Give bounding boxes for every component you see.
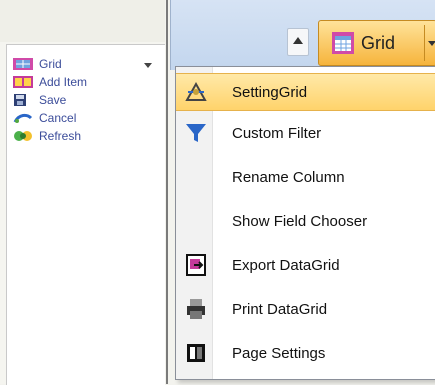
- panel-divider: [166, 0, 168, 384]
- left-item-save[interactable]: Save: [13, 93, 66, 107]
- chevron-down-icon[interactable]: [428, 41, 435, 46]
- left-item-grid[interactable]: Grid: [13, 57, 62, 71]
- left-item-label: Refresh: [39, 129, 82, 143]
- page-settings-icon: [184, 341, 208, 365]
- menu-item-label: Show Field Chooser: [232, 212, 368, 230]
- left-item-label: Cancel: [39, 111, 77, 125]
- grid-icon: [13, 58, 33, 70]
- scroll-up-button[interactable]: [287, 28, 309, 56]
- filter-icon: [184, 121, 208, 145]
- dropdown-separator: [424, 25, 425, 61]
- menu-item-page-settings[interactable]: Page Settings: [176, 335, 435, 371]
- print-icon: [184, 297, 208, 321]
- menu-item-label: Rename Column: [232, 168, 345, 186]
- menu-item-label: Export DataGrid: [232, 256, 340, 274]
- settings-icon: [184, 80, 208, 104]
- refresh-icon: [13, 130, 33, 142]
- menu-item-export-datagrid[interactable]: Export DataGrid: [176, 247, 435, 283]
- menu-item-setting-grid[interactable]: SettingGrid: [176, 73, 435, 111]
- left-toolbar: Grid Add Item Save Cancel Refresh: [6, 44, 165, 385]
- chevron-down-icon[interactable]: [144, 63, 152, 68]
- left-panel: Grid Add Item Save Cancel Refresh: [0, 0, 165, 385]
- grid-button-label: Grid: [361, 32, 396, 53]
- menu-item-label: Print DataGrid: [232, 300, 328, 318]
- menu-item-show-field-chooser[interactable]: Show Field Chooser: [176, 203, 435, 239]
- grid-dropdown-button[interactable]: Grid: [318, 20, 435, 66]
- menu-item-label: Page Settings: [232, 344, 326, 362]
- menu-item-label: Custom Filter: [232, 124, 322, 142]
- left-item-refresh[interactable]: Refresh: [13, 129, 81, 143]
- menu-item-rename-column[interactable]: Rename Column: [176, 159, 435, 195]
- grid-icon: [331, 31, 355, 55]
- menu-item-label: SettingGrid: [232, 83, 308, 101]
- menu-item-custom-filter[interactable]: Custom Filter: [176, 115, 435, 151]
- export-icon: [184, 253, 208, 277]
- left-item-label: Add Item: [39, 75, 88, 89]
- left-item-add-item[interactable]: Add Item: [13, 75, 87, 89]
- add-item-icon: [13, 76, 33, 88]
- grid-context-menu: SettingGrid Custom Filter Rename Column …: [175, 66, 435, 380]
- cancel-icon: [13, 112, 33, 124]
- save-icon: [13, 94, 33, 106]
- left-item-cancel[interactable]: Cancel: [13, 111, 76, 125]
- left-header: [0, 0, 165, 42]
- left-item-label: Grid: [39, 57, 62, 71]
- left-item-label: Save: [39, 93, 67, 107]
- menu-item-print-datagrid[interactable]: Print DataGrid: [176, 291, 435, 327]
